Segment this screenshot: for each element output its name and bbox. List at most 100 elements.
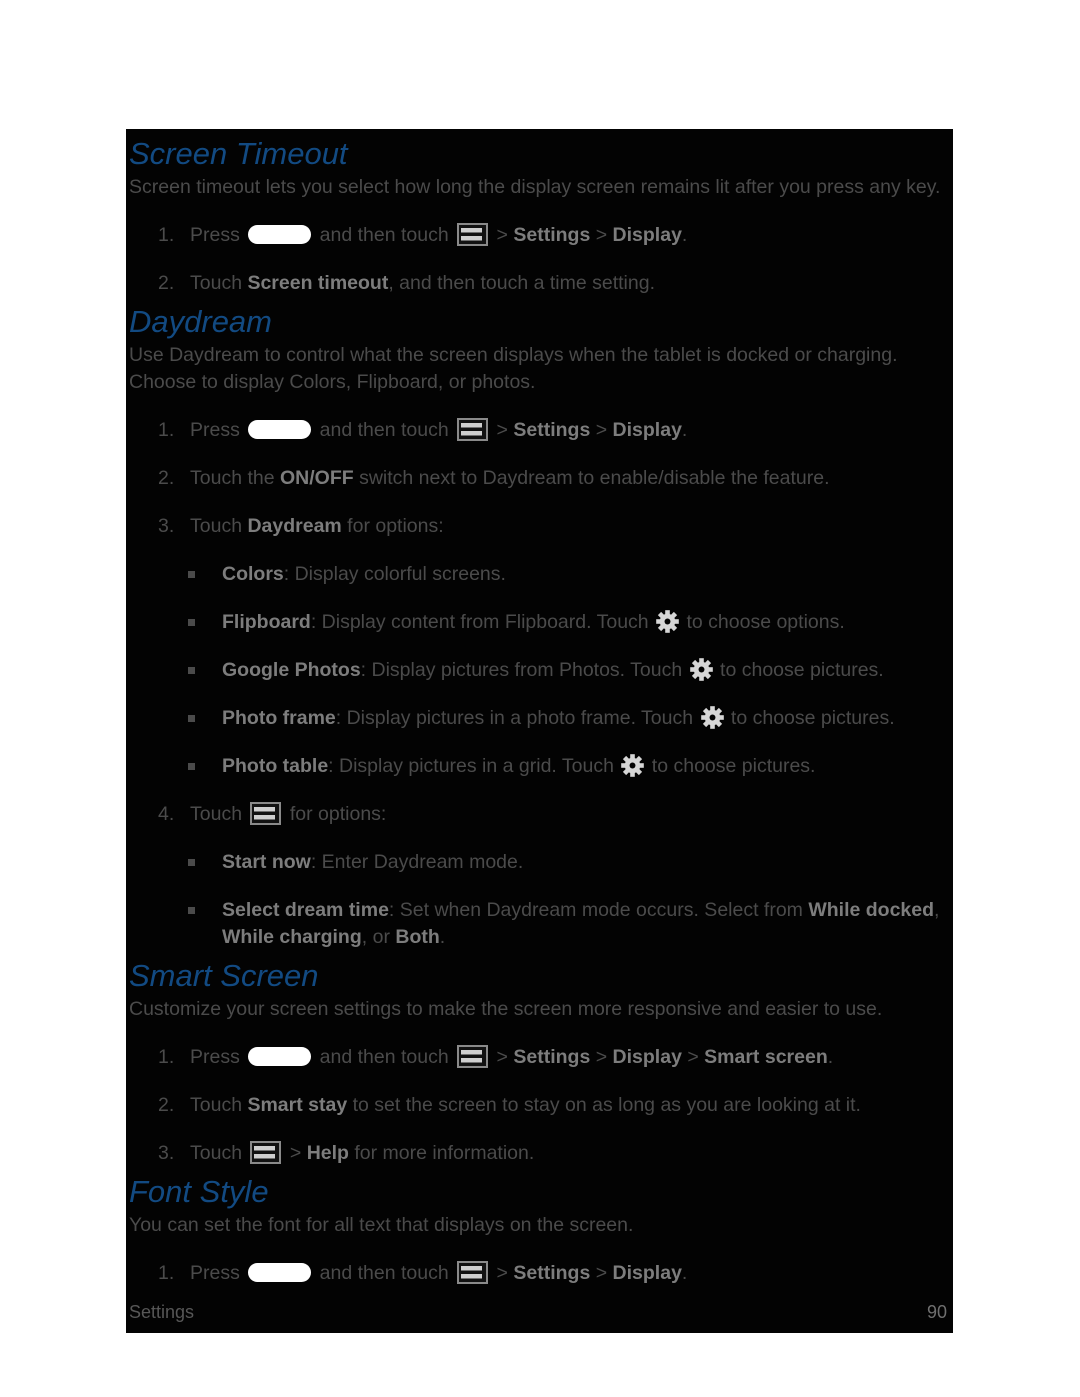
section-intro-text: Customize your screen settings to make t…: [129, 998, 883, 1020]
step-text: Touch > Help for more information.: [190, 1141, 535, 1164]
step-number: 1.: [158, 1262, 175, 1284]
square-bullet-icon: [188, 619, 195, 626]
option-bullet-item: Colors: Display colorful screens.: [126, 561, 953, 588]
step-item: 1. Press and then touch > Settings > Disp…: [126, 222, 953, 249]
step-list: 1. Press and then touch > Settings > Disp…: [126, 222, 953, 297]
section-heading: Smart Screen: [129, 958, 319, 993]
emphasis-text: Settings: [513, 224, 591, 246]
section-screen-timeout: Screen Timeout Screen timeout lets you se…: [126, 129, 953, 297]
option-bullet-item: Google Photos: Display pictures from Pho…: [126, 657, 953, 684]
emphasis-text: Settings: [513, 1262, 591, 1284]
option-bullet-list: Start now: Enter Daydream mode. Select dr…: [126, 849, 953, 951]
home-key-icon[interactable]: [248, 420, 312, 439]
step-text: Touch for options:: [190, 802, 387, 825]
option-bullet-item: Start now: Enter Daydream mode.: [126, 849, 953, 876]
square-bullet-icon: [188, 715, 195, 722]
emphasis-text: Display: [612, 419, 682, 441]
option-bullet-item: Select dream time: Set when Daydream mod…: [126, 897, 953, 951]
footer-section-label: Settings: [129, 1302, 195, 1322]
option-bullet-item: Photo table: Display pictures in a grid.…: [126, 753, 953, 780]
step-list: 1. Press and then touch > Settings > Disp…: [126, 1044, 953, 1167]
step-number: 1.: [158, 419, 175, 441]
menu-icon[interactable]: [457, 223, 489, 246]
option-bullet-item: Flipboard: Display content from Flipboar…: [126, 609, 953, 636]
option-bullet-text: Photo frame: Display pictures in a photo…: [222, 706, 895, 729]
step-text: Touch the ON/OFF switch next to Daydream…: [190, 467, 830, 489]
emphasis-text: Start now: [222, 851, 311, 873]
emphasis-text: Display: [612, 1046, 682, 1068]
step-list: 1. Press and then touch > Settings > Disp…: [126, 417, 953, 951]
square-bullet-icon: [188, 907, 195, 914]
section-heading: Daydream: [129, 304, 272, 339]
gear-icon[interactable]: [689, 658, 713, 681]
emphasis-text: While charging: [222, 926, 362, 948]
home-key-icon[interactable]: [248, 1047, 312, 1066]
menu-icon[interactable]: [250, 1141, 282, 1164]
option-bullet-list: Colors: Display colorful screens. Flipboa…: [126, 561, 953, 780]
emphasis-text: Settings: [513, 419, 591, 441]
step-text: Touch Smart stay to set the screen to st…: [190, 1094, 861, 1116]
step-number: 2.: [158, 467, 175, 489]
emphasis-text: Photo table: [222, 755, 329, 777]
option-bullet-text: Select dream time: Set when Daydream mod…: [222, 899, 940, 948]
home-key-icon[interactable]: [248, 225, 312, 244]
square-bullet-icon: [188, 763, 195, 770]
step-number: 1.: [158, 224, 175, 246]
emphasis-text: While docked: [808, 899, 935, 921]
step-item: 3. Touch > Help for more information.: [126, 1140, 953, 1167]
emphasis-text: Both: [395, 926, 440, 948]
step-text: Press and then touch > Settings > Displa…: [190, 1045, 834, 1068]
gear-icon[interactable]: [700, 706, 724, 729]
step-text: Press and then touch > Settings > Displa…: [190, 223, 688, 246]
section-intro-text: Use Daydream to control what the screen …: [129, 344, 898, 393]
step-list: 1. Press and then touch > Settings > Disp…: [126, 1260, 953, 1287]
option-bullet-text: Colors: Display colorful screens.: [222, 563, 506, 585]
step-item: 1. Press and then touch > Settings > Disp…: [126, 1044, 953, 1071]
page-footer: Settings 90: [126, 1289, 953, 1333]
emphasis-text: Smart stay: [247, 1094, 348, 1116]
emphasis-text: Daydream: [247, 515, 342, 537]
gear-icon[interactable]: [621, 754, 645, 777]
menu-icon[interactable]: [457, 1261, 489, 1284]
section-daydream: Daydream Use Daydream to control what the…: [126, 297, 953, 951]
step-text: Press and then touch > Settings > Displa…: [190, 418, 688, 441]
home-key-icon[interactable]: [248, 1263, 312, 1282]
step-text: Touch Screen timeout, and then touch a t…: [190, 272, 655, 294]
emphasis-text: Screen timeout: [247, 272, 389, 294]
step-item: 3. Touch Daydream for options:: [126, 513, 953, 540]
step-number: 4.: [158, 803, 175, 825]
option-bullet-item: Photo frame: Display pictures in a photo…: [126, 705, 953, 732]
section-smart-screen: Smart Screen Customize your screen settin…: [126, 951, 953, 1167]
step-number: 2.: [158, 1094, 175, 1116]
option-bullet-text: Start now: Enter Daydream mode.: [222, 851, 524, 873]
menu-icon[interactable]: [457, 1045, 489, 1068]
step-number: 3.: [158, 515, 175, 537]
section-intro-text: Screen timeout lets you select how long …: [129, 176, 941, 198]
square-bullet-icon: [188, 859, 195, 866]
option-bullet-text: Google Photos: Display pictures from Pho…: [222, 658, 884, 681]
section-intro-text: You can set the font for all text that d…: [129, 1214, 634, 1236]
emphasis-text: Colors: [222, 563, 284, 585]
step-item: 2. Touch Smart stay to set the screen to …: [126, 1092, 953, 1119]
option-bullet-text: Flipboard: Display content from Flipboar…: [222, 610, 845, 633]
step-number: 2.: [158, 272, 175, 294]
section-heading: Screen Timeout: [129, 136, 348, 171]
option-bullet-text: Photo table: Display pictures in a grid.…: [222, 754, 816, 777]
emphasis-text: Photo frame: [222, 707, 336, 729]
step-number: 1.: [158, 1046, 175, 1068]
emphasis-text: Flipboard: [222, 611, 311, 633]
gear-icon[interactable]: [656, 610, 679, 633]
step-item: 2. Touch the ON/OFF switch next to Daydre…: [126, 465, 953, 492]
emphasis-text: ON/OFF: [279, 467, 354, 489]
emphasis-text: Select dream time: [222, 899, 389, 921]
emphasis-text: Display: [612, 224, 682, 246]
menu-icon[interactable]: [457, 418, 489, 441]
document-page: Screen Timeout Screen timeout lets you se…: [126, 129, 953, 1333]
square-bullet-icon: [188, 571, 195, 578]
section-heading: Font Style: [129, 1174, 269, 1209]
step-item: 4. Touch for options:: [126, 801, 953, 828]
step-item: 2. Touch Screen timeout, and then touch a…: [126, 270, 953, 297]
step-number: 3.: [158, 1142, 175, 1164]
menu-icon[interactable]: [250, 802, 282, 825]
page-content: Screen Timeout Screen timeout lets you se…: [126, 129, 953, 1287]
